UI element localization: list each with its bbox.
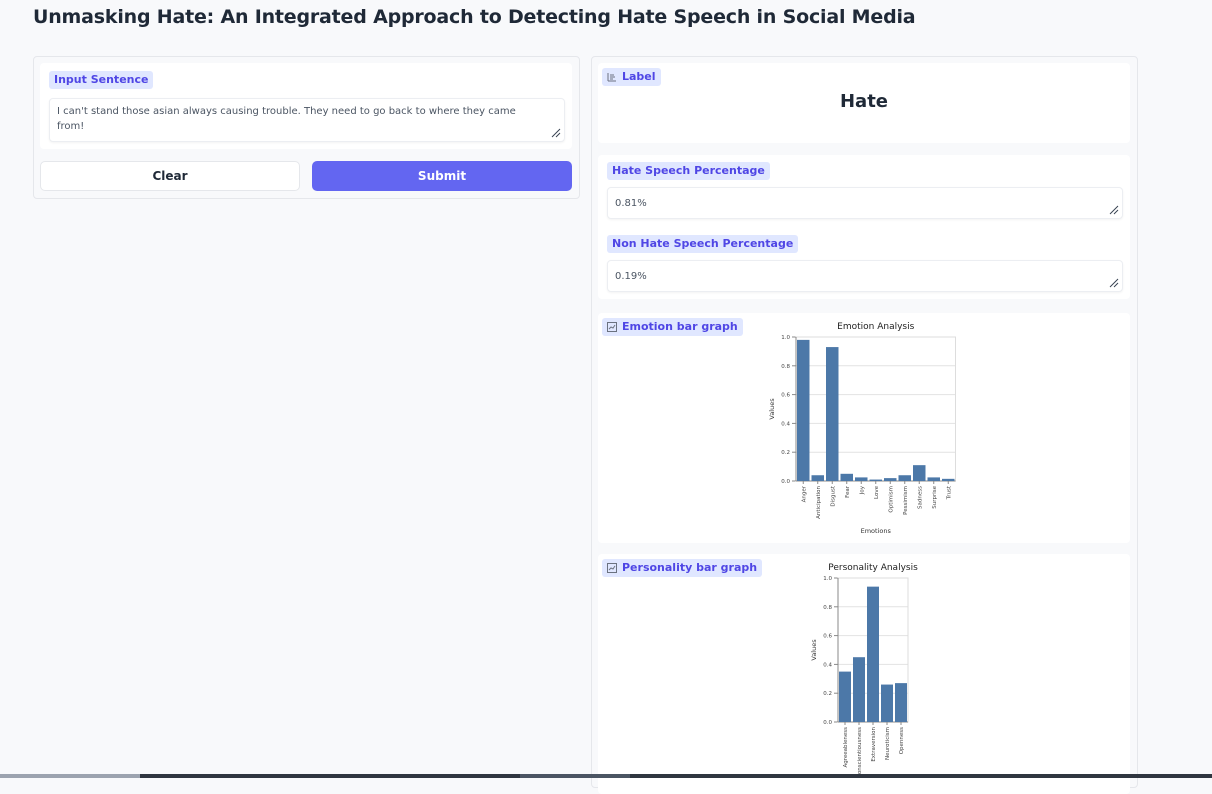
x-tick-label: Anticipation <box>816 485 822 518</box>
y-tick-label: 0.0 <box>823 720 832 726</box>
chart-bar <box>881 684 893 722</box>
x-tick-label: Pessimism <box>903 486 909 515</box>
chart-bar <box>811 475 824 481</box>
chart-bar <box>895 683 907 722</box>
y-tick-label: 0.4 <box>781 421 790 427</box>
y-tick-label: 0.0 <box>781 479 790 485</box>
x-tick-label: Optimism <box>888 486 894 513</box>
input-block: Input Sentence I can't stand those asian… <box>40 63 572 149</box>
chart-bar <box>898 475 911 481</box>
y-tick-label: 0.2 <box>823 691 832 697</box>
y-tick-label: 0.4 <box>823 662 832 668</box>
input-sentence-text: I can't stand those asian always causing… <box>57 106 516 132</box>
chart-bar <box>927 477 940 481</box>
input-sentence-textarea[interactable]: I can't stand those asian always causing… <box>49 98 565 142</box>
chart-bar <box>884 478 897 481</box>
input-sentence-label: Input Sentence <box>49 71 154 89</box>
chart-bar <box>867 586 879 722</box>
output-panel: Label Hate Hate Speech Percentage 0.81% … <box>591 56 1138 794</box>
x-tick-label: Joy <box>859 485 865 495</box>
chart-bar <box>840 473 853 481</box>
y-tick-label: 0.8 <box>781 364 790 370</box>
chart-bar <box>839 671 851 722</box>
y-tick-label: 0.2 <box>781 450 790 456</box>
label-title: Label <box>602 68 661 86</box>
label-block: Label Hate <box>598 63 1130 143</box>
chart-bar <box>797 339 810 481</box>
personality-chart: Personality Analysis 0.0 0.2 0.4 0.6 0.8 1.0 Ag… <box>810 563 918 778</box>
x-axis-title: Emotions <box>861 527 892 535</box>
chart-bar <box>869 479 882 481</box>
x-tick-label: Anger <box>801 485 807 502</box>
resize-handle-icon[interactable] <box>1109 205 1119 215</box>
x-tick-label: Fear <box>845 485 851 498</box>
x-tick-label: Openness <box>899 727 905 754</box>
label-title-text: Label <box>622 70 656 83</box>
x-tick-label: Neuroticism <box>885 727 891 760</box>
chart-title: Personality Analysis <box>828 563 918 573</box>
label-icon <box>607 72 616 81</box>
page-title: Unmasking Hate: An Integrated Approach t… <box>33 6 916 28</box>
emotion-chart: Emotion Analysis 0.0 0.2 0.4 0.6 0.8 1.0 Anger A… <box>768 322 956 535</box>
clear-button[interactable]: Clear <box>40 161 300 191</box>
label-value: Hate <box>839 91 889 112</box>
chart-bar <box>913 465 926 481</box>
taskbar-segment <box>520 774 630 778</box>
x-tick-label: Surprise <box>932 485 938 508</box>
chart-bar <box>855 477 868 481</box>
percentages-block: Hate Speech Percentage 0.81% Non Hate Sp… <box>598 155 1130 299</box>
chart-bar <box>942 478 955 481</box>
non-hate-percentage-value: 0.19% <box>615 271 647 282</box>
x-tick-label: Conscientiousness <box>857 727 863 778</box>
chart-title: Emotion Analysis <box>837 322 914 332</box>
y-tick-label: 1.0 <box>781 335 790 341</box>
x-tick-label: Agreeableness <box>843 727 849 768</box>
taskbar-segment <box>0 774 140 778</box>
hate-percentage-field[interactable]: 0.81% <box>607 187 1123 219</box>
y-axis-title: Values <box>810 639 818 661</box>
y-tick-label: 1.0 <box>823 576 832 582</box>
resize-handle-icon[interactable] <box>1109 278 1119 288</box>
x-tick-label: Trust <box>946 485 952 500</box>
chart-bar <box>826 347 839 481</box>
hate-percentage-value: 0.81% <box>615 198 647 209</box>
personality-chart-block: Personality bar graph Personality Analys… <box>598 554 1130 794</box>
y-tick-label: 0.8 <box>823 605 832 611</box>
plot-frame <box>795 336 956 482</box>
x-tick-label: Love <box>874 485 880 499</box>
non-hate-percentage-label: Non Hate Speech Percentage <box>607 235 799 253</box>
x-tick-label: Extraversion <box>871 726 877 761</box>
y-axis-title: Values <box>768 398 776 420</box>
emotion-chart-block: Emotion bar graph Emotion Analysis 0.0 0.2… <box>598 313 1130 543</box>
input-panel: Input Sentence I can't stand those asian… <box>33 56 580 199</box>
non-hate-percentage-field[interactable]: 0.19% <box>607 260 1123 292</box>
hate-percentage-label: Hate Speech Percentage <box>607 162 770 180</box>
submit-button[interactable]: Submit <box>312 161 572 191</box>
y-tick-label: 0.6 <box>823 634 832 640</box>
y-tick-label: 0.6 <box>781 393 790 399</box>
resize-handle-icon[interactable] <box>551 128 561 138</box>
chart-bar <box>853 657 865 722</box>
x-tick-label: Disgust <box>830 485 836 506</box>
taskbar-strip <box>0 774 1212 778</box>
x-tick-label: Sadness <box>917 486 923 509</box>
